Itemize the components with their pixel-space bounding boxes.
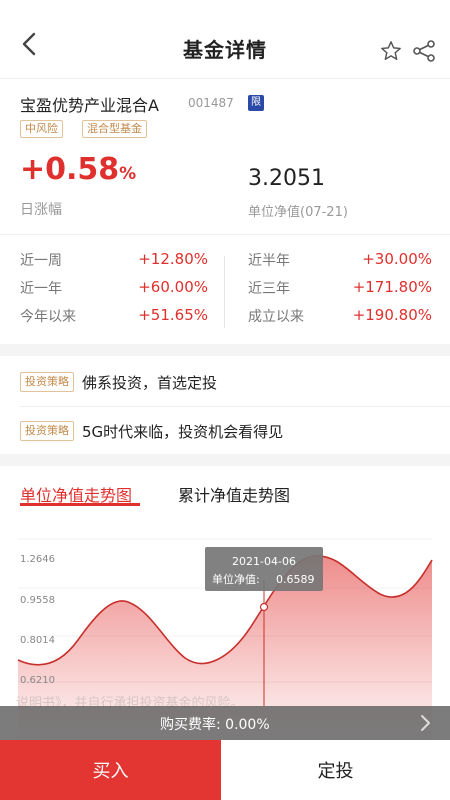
tooltip-value: 0.6589 (276, 573, 315, 586)
perf-label: 成立以来 (248, 309, 304, 325)
strategy-tag: 投资策略 (20, 372, 74, 392)
strategy-divider (20, 406, 450, 407)
limit-badge: 限 (248, 95, 264, 111)
strategy-tag: 投资策略 (20, 421, 74, 441)
fund-code: 001487 (188, 96, 234, 110)
perf-row: 近一年 +60.00% (20, 278, 208, 298)
strategy-item: 投资策略 佛系投资，首选定投 (20, 371, 217, 393)
perf-row: 近一周 +12.80% (20, 250, 208, 270)
back-chevron-icon[interactable] (16, 30, 44, 58)
perf-row: 近半年 +30.00% (248, 250, 432, 270)
strategy-text: 佛系投资，首选定投 (82, 373, 218, 392)
perf-row: 今年以来 +51.65% (20, 306, 208, 326)
unit-nav-label: 单位净值(07-21) (248, 205, 348, 220)
y-tick: 1.2646 (20, 554, 55, 565)
perf-value: +30.00% (362, 250, 432, 268)
section-gap (0, 344, 450, 356)
daily-change-label: 日涨幅 (20, 202, 62, 218)
chevron-right-icon[interactable] (418, 713, 432, 733)
section-gap (0, 454, 450, 466)
daily-change-unit: % (119, 164, 137, 184)
perf-row: 近三年 +171.80% (248, 278, 432, 298)
active-tab-underline (20, 503, 140, 506)
strategy-text: 5G时代来临，投资机会看得见 (82, 422, 284, 441)
fee-bar[interactable]: 购买费率: 0.00% (0, 706, 450, 740)
perf-value: +51.65% (138, 306, 208, 324)
daily-change-value: +0.58 (20, 152, 120, 187)
star-icon[interactable] (380, 40, 402, 62)
perf-label: 今年以来 (20, 309, 76, 325)
perf-label: 近一年 (20, 281, 62, 297)
regular-investment-button[interactable]: 定投 (221, 740, 450, 800)
perf-value: +12.80% (138, 250, 208, 268)
perf-divider (224, 256, 225, 328)
perf-label: 近三年 (248, 281, 290, 297)
perf-value: +171.80% (352, 278, 432, 296)
fee-value: 0.00% (225, 717, 270, 733)
nav-bar: 基金详情 (0, 0, 450, 78)
tooltip-date: 2021-04-06 (232, 555, 296, 568)
daily-change: +0.58% (20, 152, 136, 187)
perf-value: +190.80% (352, 306, 432, 324)
perf-row: 成立以来 +190.80% (248, 306, 432, 326)
fund-type-tag: 混合型基金 (82, 120, 147, 138)
strategy-item: 投资策略 5G时代来临，投资机会看得见 (20, 420, 283, 442)
fund-name: 宝盈优势产业混合A (20, 96, 159, 115)
perf-label: 近一周 (20, 253, 62, 269)
info-divider (0, 234, 450, 235)
unit-nav-value: 3.2051 (248, 166, 325, 191)
perf-label: 近半年 (248, 253, 290, 269)
page-title: 基金详情 (183, 37, 267, 62)
tab-cumulative-nav-chart[interactable]: 累计净值走势图 (178, 482, 290, 506)
risk-tag: 中风险 (20, 120, 63, 138)
fee-text: 购买费率: 0.00% (160, 714, 270, 734)
share-icon[interactable] (412, 40, 436, 62)
crosshair-point (259, 602, 269, 612)
y-tick: 0.6210 (20, 675, 55, 686)
y-tick: 0.8014 (20, 635, 55, 646)
buy-button[interactable]: 买入 (0, 740, 221, 800)
perf-value: +60.00% (138, 278, 208, 296)
fee-label: 购买费率: (160, 717, 221, 733)
tooltip-label: 单位净值: (212, 572, 260, 586)
y-tick: 0.9558 (20, 595, 55, 606)
nav-divider (0, 78, 450, 79)
